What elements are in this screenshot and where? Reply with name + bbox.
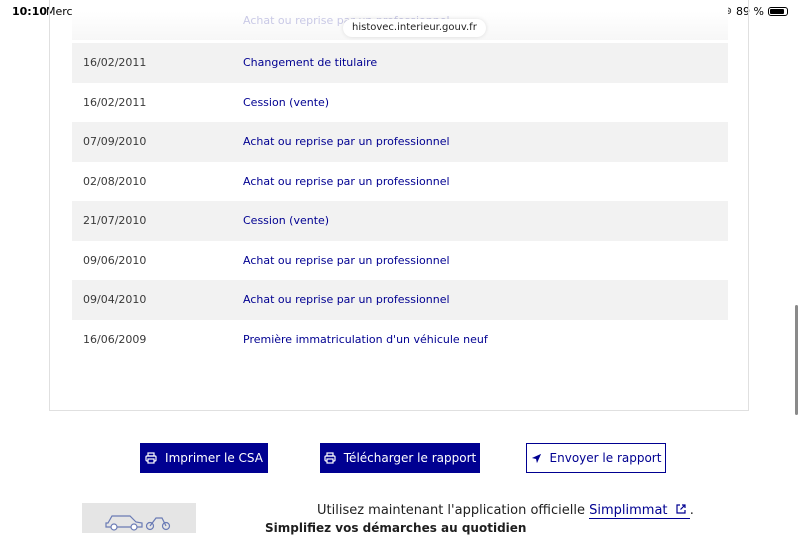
promo-text: Utilisez maintenant l'application offici… <box>317 503 694 519</box>
history-event: Achat ou reprise par un professionnel <box>243 174 450 188</box>
promo-end: . <box>689 503 694 518</box>
history-date: 07/09/2010 <box>83 135 147 149</box>
page-scrollbar[interactable] <box>795 305 798 415</box>
history-row: 02/08/2010 Achat ou reprise par un profes… <box>72 162 728 202</box>
car-motorbike-icon <box>105 515 171 531</box>
external-link-icon <box>676 504 686 514</box>
history-date: 09/04/2010 <box>83 293 147 307</box>
history-event: Achat ou reprise par un professionnel <box>243 135 450 149</box>
promo-lead: Utilisez maintenant l'application offici… <box>317 503 585 518</box>
history-row: 16/02/2011 Cession (vente) <box>72 83 728 123</box>
history-row: 09/04/2010 Achat ou reprise par un profes… <box>72 280 728 320</box>
download-report-button[interactable]: Télécharger le rapport <box>320 443 480 473</box>
simplimmat-link[interactable]: Simplimmat <box>589 503 690 519</box>
history-row: 21/07/2010 Cession (vente) <box>72 201 728 241</box>
send-arrow-icon <box>531 453 541 463</box>
history-event: Achat ou reprise par un professionnel <box>243 293 450 307</box>
battery-fill <box>770 9 785 14</box>
vehicle-illustration <box>82 503 196 533</box>
history-event: Cession (vente) <box>243 95 330 109</box>
promo-line-2: Simplifiez vos démarches au quotidien <box>265 521 527 535</box>
history-date: 21/07/2010 <box>83 214 147 228</box>
history-row: 07/09/2010 Achat ou reprise par un profes… <box>72 122 728 162</box>
history-date: 02/08/2010 <box>83 174 147 188</box>
url-bar[interactable]: histovec.interieur.gouv.fr <box>343 19 486 37</box>
send-report-button[interactable]: Envoyer le rapport <box>526 443 666 473</box>
history-table: 16/02/2011 Changement de titulaire 16/02/2… <box>72 43 728 359</box>
print-csa-button[interactable]: Imprimer le CSA <box>140 443 268 473</box>
simplimmat-link-label: Simplimmat <box>589 503 668 518</box>
history-event: Cession (vente) <box>243 214 330 228</box>
history-event: Achat ou reprise par un professionnel <box>243 253 450 267</box>
history-date: 16/02/2011 <box>83 56 147 70</box>
printer-icon <box>145 452 157 464</box>
history-date: 16/02/2011 <box>83 95 147 109</box>
history-event: Changement de titulaire <box>243 56 378 70</box>
status-time: 10:10 <box>12 5 48 18</box>
battery-icon <box>768 7 788 16</box>
history-row: 16/06/2009 Première immatriculation d'un … <box>72 320 728 360</box>
history-row: 09/06/2010 Achat ou reprise par un profes… <box>72 241 728 281</box>
history-date: 16/06/2009 <box>83 332 147 346</box>
download-report-label: Télécharger le rapport <box>343 451 477 465</box>
history-event: Première immatriculation d'un véhicule n… <box>243 332 488 346</box>
printer-icon <box>324 452 336 464</box>
send-report-label: Envoyer le rapport <box>549 451 662 465</box>
print-csa-label: Imprimer le CSA <box>165 451 263 465</box>
history-row: 16/02/2011 Changement de titulaire <box>72 43 728 83</box>
history-date: 09/06/2010 <box>83 253 147 267</box>
